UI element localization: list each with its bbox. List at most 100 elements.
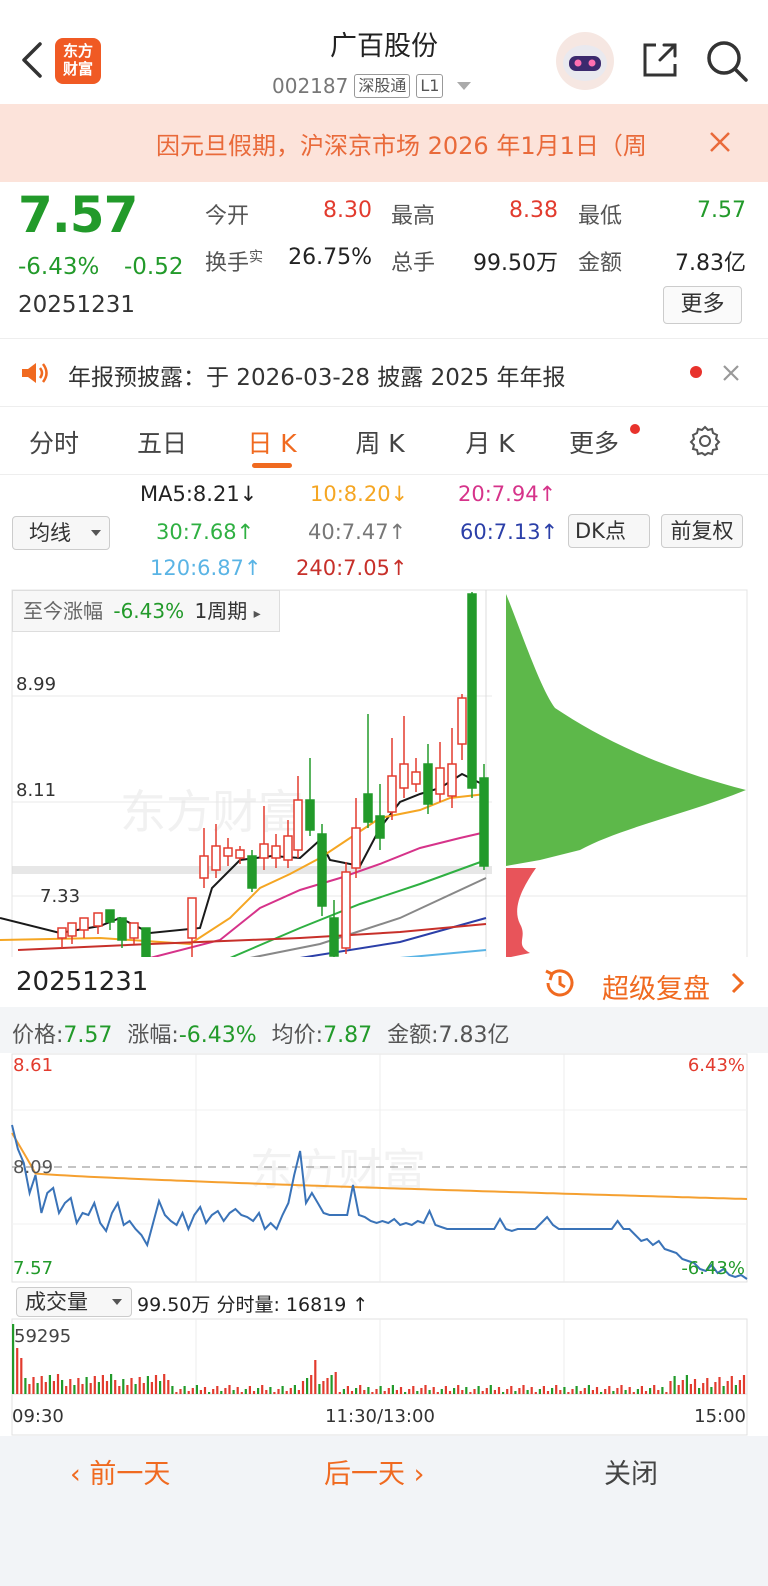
more-button[interactable]: 更多 (663, 286, 742, 324)
search-icon[interactable] (704, 38, 750, 84)
volume-bar (444, 1386, 447, 1394)
volume-bar (738, 1380, 741, 1394)
volume-bar (159, 1381, 162, 1394)
settings-gear-icon[interactable] (688, 424, 722, 458)
kline-candle (247, 855, 257, 889)
volume-bar (97, 1382, 100, 1394)
volume-bar (110, 1374, 113, 1394)
volume-bar (693, 1379, 697, 1394)
volume-bar (714, 1382, 717, 1394)
volume-bar (604, 1389, 607, 1394)
tab-daily-k[interactable]: 日 K (236, 424, 308, 460)
replay-bar: 20251231 超级复盘 (0, 957, 768, 1007)
volume-bar (506, 1389, 509, 1394)
history-clock-icon[interactable] (542, 965, 578, 1001)
volume-bar (706, 1378, 709, 1394)
volume-bar (167, 1380, 170, 1394)
dropdown-caret-icon (112, 1299, 122, 1305)
volume-bar (314, 1360, 317, 1394)
kline-chart[interactable]: 东方财富 8.99 8.11 7.33 (0, 588, 768, 958)
tab-intraday[interactable]: 分时 (20, 424, 88, 460)
volume-bar (293, 1385, 296, 1394)
volume-bar (212, 1389, 215, 1394)
intraday-price: 7.57 (63, 1023, 113, 1048)
volume-bar (661, 1387, 664, 1394)
announcement-text[interactable]: 年报预披露：于 2026-03-28 披露 2025 年年报 (68, 358, 565, 392)
stat-value: 26.75% (288, 245, 372, 270)
volume-chart[interactable]: 59295 09:30 11:30/13:00 15:00 (0, 1318, 768, 1436)
volume-bar (555, 1385, 558, 1394)
dk-point-button[interactable]: DK点 (568, 514, 650, 548)
ma-selector[interactable]: 均线 (12, 516, 110, 550)
volume-bar (375, 1389, 378, 1394)
volume-bar (134, 1384, 137, 1394)
volume-bar (199, 1390, 202, 1394)
volume-bar (342, 1389, 345, 1394)
volume-bar (534, 1392, 537, 1394)
intraday-info-bar: 价格:7.57 涨幅:-6.43% 均价:7.87 金额:7.83亿 (0, 1007, 768, 1053)
kline-candle (283, 835, 293, 861)
volume-bar (203, 1387, 207, 1394)
volume-bar (612, 1391, 615, 1394)
stat-value: 99.50万 (473, 251, 558, 276)
volume-bar (326, 1378, 329, 1394)
volume-bar (281, 1386, 284, 1394)
current-price: 7.57 (18, 186, 138, 244)
quote-date: 20251231 (18, 292, 136, 318)
kline-candle (235, 849, 245, 859)
volume-bar (301, 1381, 305, 1394)
intraday-chart[interactable]: 东方财富 8.61 8.09 7.57 6.43% -6.43% (0, 1053, 768, 1283)
volume-bar (428, 1390, 431, 1394)
avg-label: 均价: (271, 1023, 324, 1048)
indicator-selector[interactable]: 成交量 (16, 1287, 132, 1317)
volume-bar (628, 1387, 631, 1394)
volume-bar (518, 1388, 521, 1394)
close-button[interactable]: 关闭 (604, 1452, 658, 1491)
stock-code-row[interactable]: 002187 深股通 L1 (272, 72, 472, 100)
tab-five-day[interactable]: 五日 (128, 424, 196, 460)
tab-more[interactable]: 更多 (560, 424, 628, 460)
super-replay-link[interactable]: 超级复盘 (602, 967, 710, 1006)
adjust-button[interactable]: 前复权 (661, 514, 743, 548)
volume-bar (330, 1375, 333, 1394)
kline-candle (105, 909, 115, 923)
volume-bar (591, 1390, 594, 1394)
assistant-robot-icon[interactable] (556, 32, 614, 90)
kline-candle (199, 855, 209, 879)
tab-weekly-k[interactable]: 周 K (344, 424, 416, 460)
volume-bar (69, 1379, 72, 1394)
prev-day-button[interactable]: ‹ 前一天 (70, 1452, 170, 1491)
volume-bar (522, 1385, 525, 1394)
stat-label: 换手实 (205, 249, 264, 276)
share-icon[interactable] (640, 40, 680, 80)
volume-bar (387, 1388, 390, 1394)
volume-bar (587, 1385, 590, 1394)
volume-bar (363, 1390, 366, 1394)
volume-bar (404, 1392, 407, 1394)
volume-bar (530, 1387, 533, 1394)
close-icon[interactable] (708, 130, 732, 154)
ma120-value: 120:6.87↑ (150, 556, 262, 580)
volume-bar (416, 1391, 419, 1394)
minute-volume-arrow: ↑ (352, 1294, 369, 1316)
volume-bar (208, 1392, 211, 1394)
volume-bar (322, 1381, 325, 1394)
volume-bar (146, 1376, 149, 1394)
volume-bar (698, 1388, 701, 1394)
holiday-notice-banner: 因元旦假期，沪深京市场 2026 年1月1日（周 (0, 104, 768, 182)
intraday-y-mid: 8.09 (13, 1157, 53, 1178)
volume-bar (600, 1392, 603, 1394)
chevron-right-icon[interactable] (730, 971, 746, 995)
volume-bar (563, 1387, 566, 1394)
tab-monthly-k[interactable]: 月 K (454, 424, 526, 460)
volume-bar (722, 1386, 725, 1394)
range-change-box[interactable]: 至今涨幅 -6.43% 1周期 ▸ (12, 590, 280, 632)
volume-bar (126, 1385, 129, 1394)
close-announcement-icon[interactable] (722, 364, 740, 382)
next-day-button[interactable]: 后一天 › (324, 1452, 424, 1491)
volume-bar (510, 1386, 513, 1394)
volume-bar (56, 1374, 60, 1394)
ma5-value: MA5:8.21↓ (140, 482, 258, 506)
stat-value: 8.38 (509, 198, 558, 223)
ma240-value: 240:7.05↑ (296, 556, 408, 580)
